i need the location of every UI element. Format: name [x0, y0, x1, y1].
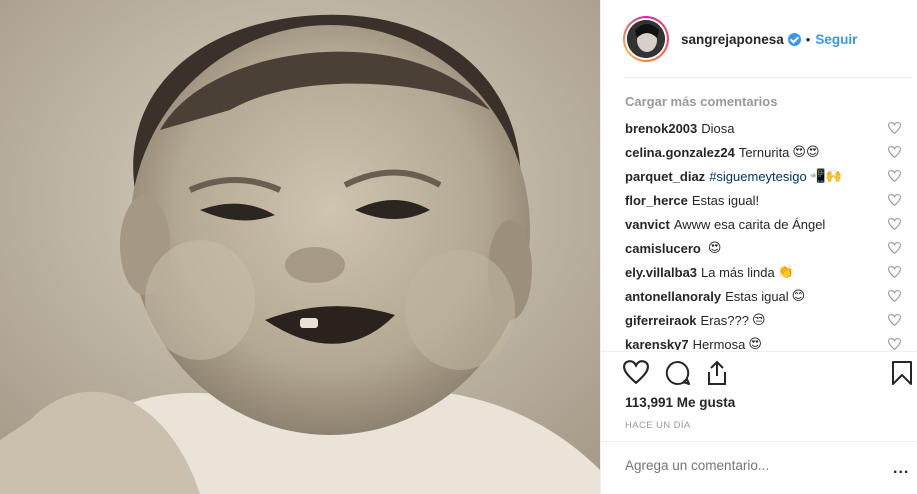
heart-outline-icon[interactable]	[888, 242, 901, 254]
comment-username[interactable]: parquet_diaz	[625, 169, 705, 184]
comment-emoji: 👏	[777, 264, 794, 279]
heart-outline-icon[interactable]	[888, 146, 901, 158]
heart-outline-icon[interactable]	[888, 218, 901, 230]
comment-text: Estas igual	[725, 288, 789, 304]
share-button[interactable]	[705, 360, 729, 386]
comments-list[interactable]: Cargar más comentarios brenok2003 Diosa …	[625, 92, 915, 350]
comment-text: Diosa	[701, 120, 735, 136]
comment-item: flor_herce Estas igual!	[625, 188, 915, 212]
heart-outline-icon[interactable]	[888, 290, 901, 302]
action-bar	[623, 360, 915, 388]
hashtag-link[interactable]: #siguemeytesigo	[709, 169, 807, 184]
load-more-comments-button[interactable]: Cargar más comentarios	[625, 92, 915, 114]
comment-username[interactable]: antonellanoraly	[625, 289, 721, 304]
heart-outline-icon[interactable]	[888, 314, 901, 326]
header-divider	[623, 77, 912, 78]
comment-item: giferreiraok Eras??? 😒	[625, 308, 915, 332]
comment-username[interactable]: flor_herce	[625, 193, 688, 208]
post-side-panel: sangrejaponesa • Seguir Cargar más comen…	[600, 0, 917, 494]
comment-item: vanvict Awww esa carita de Ángel	[625, 212, 915, 236]
add-comment-input[interactable]	[625, 458, 875, 473]
comment-item: camislucero 😍	[625, 236, 915, 260]
baby-photo-image	[0, 0, 600, 494]
heart-outline-icon[interactable]	[888, 338, 901, 350]
comment-username[interactable]: giferreiraok	[625, 313, 697, 328]
comment-item: karensky7 Hermosa 😍	[625, 332, 915, 350]
section-divider	[601, 351, 917, 352]
heart-outline-icon[interactable]	[888, 170, 901, 182]
likes-count[interactable]: 113,991 Me gusta	[625, 395, 735, 410]
post-photo[interactable]	[0, 0, 600, 494]
comment-emoji: 😍	[707, 240, 722, 255]
post-header: sangrejaponesa • Seguir	[601, 0, 917, 78]
comment-username[interactable]: ely.villalba3	[625, 265, 697, 280]
comment-username[interactable]: camislucero	[625, 241, 701, 256]
comment-item: parquet_diaz #siguemeytesigo 📲🙌	[625, 164, 915, 188]
comment-item: ely.villalba3 La más linda 👏	[625, 260, 915, 284]
comment-text: Eras???	[700, 312, 749, 328]
bookmark-button[interactable]	[891, 360, 913, 386]
comment-username[interactable]: vanvict	[625, 217, 670, 232]
comment-text: Ternurita	[738, 144, 790, 160]
comment-emoji: 😊	[791, 288, 806, 303]
comment-emoji: 😍😍	[792, 144, 820, 159]
comment-username[interactable]: brenok2003	[625, 121, 697, 136]
comment-emoji: 📲🙌	[809, 168, 843, 183]
username-link[interactable]: sangrejaponesa	[681, 32, 784, 47]
follow-button[interactable]: Seguir	[815, 32, 857, 47]
comment-username[interactable]: celina.gonzalez24	[625, 145, 735, 160]
more-options-button[interactable]: ...	[893, 461, 909, 477]
comment-item: celina.gonzalez24 Ternurita 😍😍	[625, 140, 915, 164]
profile-picture	[627, 20, 665, 58]
comment-item: brenok2003 Diosa	[625, 116, 915, 140]
avatar[interactable]	[623, 16, 669, 62]
like-button[interactable]	[623, 360, 649, 384]
heart-outline-icon[interactable]	[888, 122, 901, 134]
post-timestamp[interactable]: HACE UN DÍA	[625, 420, 691, 431]
comment-text: Estas igual!	[691, 192, 760, 208]
comment-emoji: 😒	[751, 312, 766, 327]
comment-text: Hermosa	[692, 336, 746, 351]
comment-item: antonellanoraly Estas igual 😊	[625, 284, 915, 308]
comment-text: La más linda	[701, 264, 775, 280]
comment-button[interactable]	[665, 360, 691, 386]
comment-emoji: 😍	[748, 336, 762, 350]
verified-badge-icon	[787, 32, 801, 46]
separator-dot: •	[805, 31, 811, 47]
heart-outline-icon[interactable]	[888, 266, 901, 278]
section-divider	[601, 441, 917, 442]
comment-username[interactable]: karensky7	[625, 337, 689, 351]
heart-outline-icon[interactable]	[888, 194, 901, 206]
comment-text: Awww esa carita de Ángel	[673, 216, 826, 232]
